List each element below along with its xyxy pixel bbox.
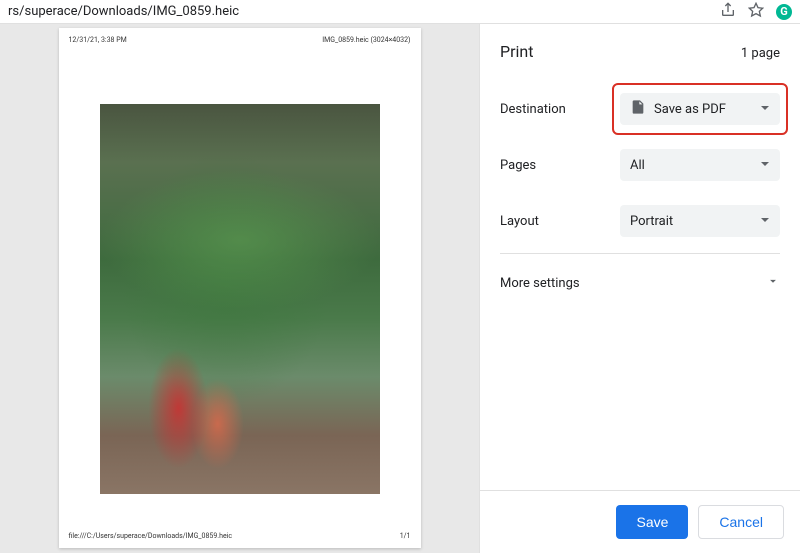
- pages-value: All: [630, 158, 752, 173]
- cancel-button[interactable]: Cancel: [698, 505, 784, 539]
- star-icon[interactable]: [748, 2, 764, 22]
- preview-page-indicator: 1/1: [400, 532, 411, 540]
- panel-title: Print: [500, 42, 533, 61]
- destination-value: Save as PDF: [654, 102, 752, 117]
- more-settings-label: More settings: [500, 276, 580, 291]
- browser-toolbar: rs/superace/Downloads/IMG_0859.heic G: [0, 0, 800, 24]
- preview-image: [100, 104, 380, 494]
- chevron-down-icon: [760, 158, 770, 173]
- print-preview-area: 12/31/21, 3:38 PM IMG_0859.heic (3024×40…: [0, 24, 479, 553]
- layout-select[interactable]: Portrait: [620, 205, 780, 237]
- extension-icon[interactable]: G: [776, 4, 792, 20]
- preview-timestamp: 12/31/21, 3:38 PM: [69, 36, 127, 44]
- destination-select[interactable]: Save as PDF: [620, 93, 780, 125]
- page-count: 1 page: [741, 46, 780, 61]
- save-button[interactable]: Save: [616, 505, 688, 539]
- pages-select[interactable]: All: [620, 149, 780, 181]
- destination-highlight: Save as PDF: [612, 83, 788, 135]
- share-icon[interactable]: [720, 2, 736, 22]
- preview-filename: IMG_0859.heic (3024×4032): [322, 36, 410, 44]
- chevron-down-icon: [760, 102, 770, 117]
- url-bar[interactable]: rs/superace/Downloads/IMG_0859.heic: [8, 4, 720, 19]
- layout-label: Layout: [500, 214, 620, 229]
- preview-file-uri: file:///C:/Users/superace/Downloads/IMG_…: [69, 532, 233, 540]
- print-panel: Print 1 page Destination Save as PDF: [479, 24, 800, 553]
- panel-footer: Save Cancel: [480, 490, 800, 553]
- pdf-icon: [630, 99, 646, 119]
- chevron-down-icon: [760, 214, 770, 229]
- more-settings-toggle[interactable]: More settings: [480, 254, 800, 312]
- chevron-down-icon: [766, 274, 780, 292]
- preview-page: 12/31/21, 3:38 PM IMG_0859.heic (3024×40…: [59, 28, 421, 548]
- destination-label: Destination: [500, 102, 620, 117]
- layout-value: Portrait: [630, 214, 752, 229]
- pages-label: Pages: [500, 158, 620, 173]
